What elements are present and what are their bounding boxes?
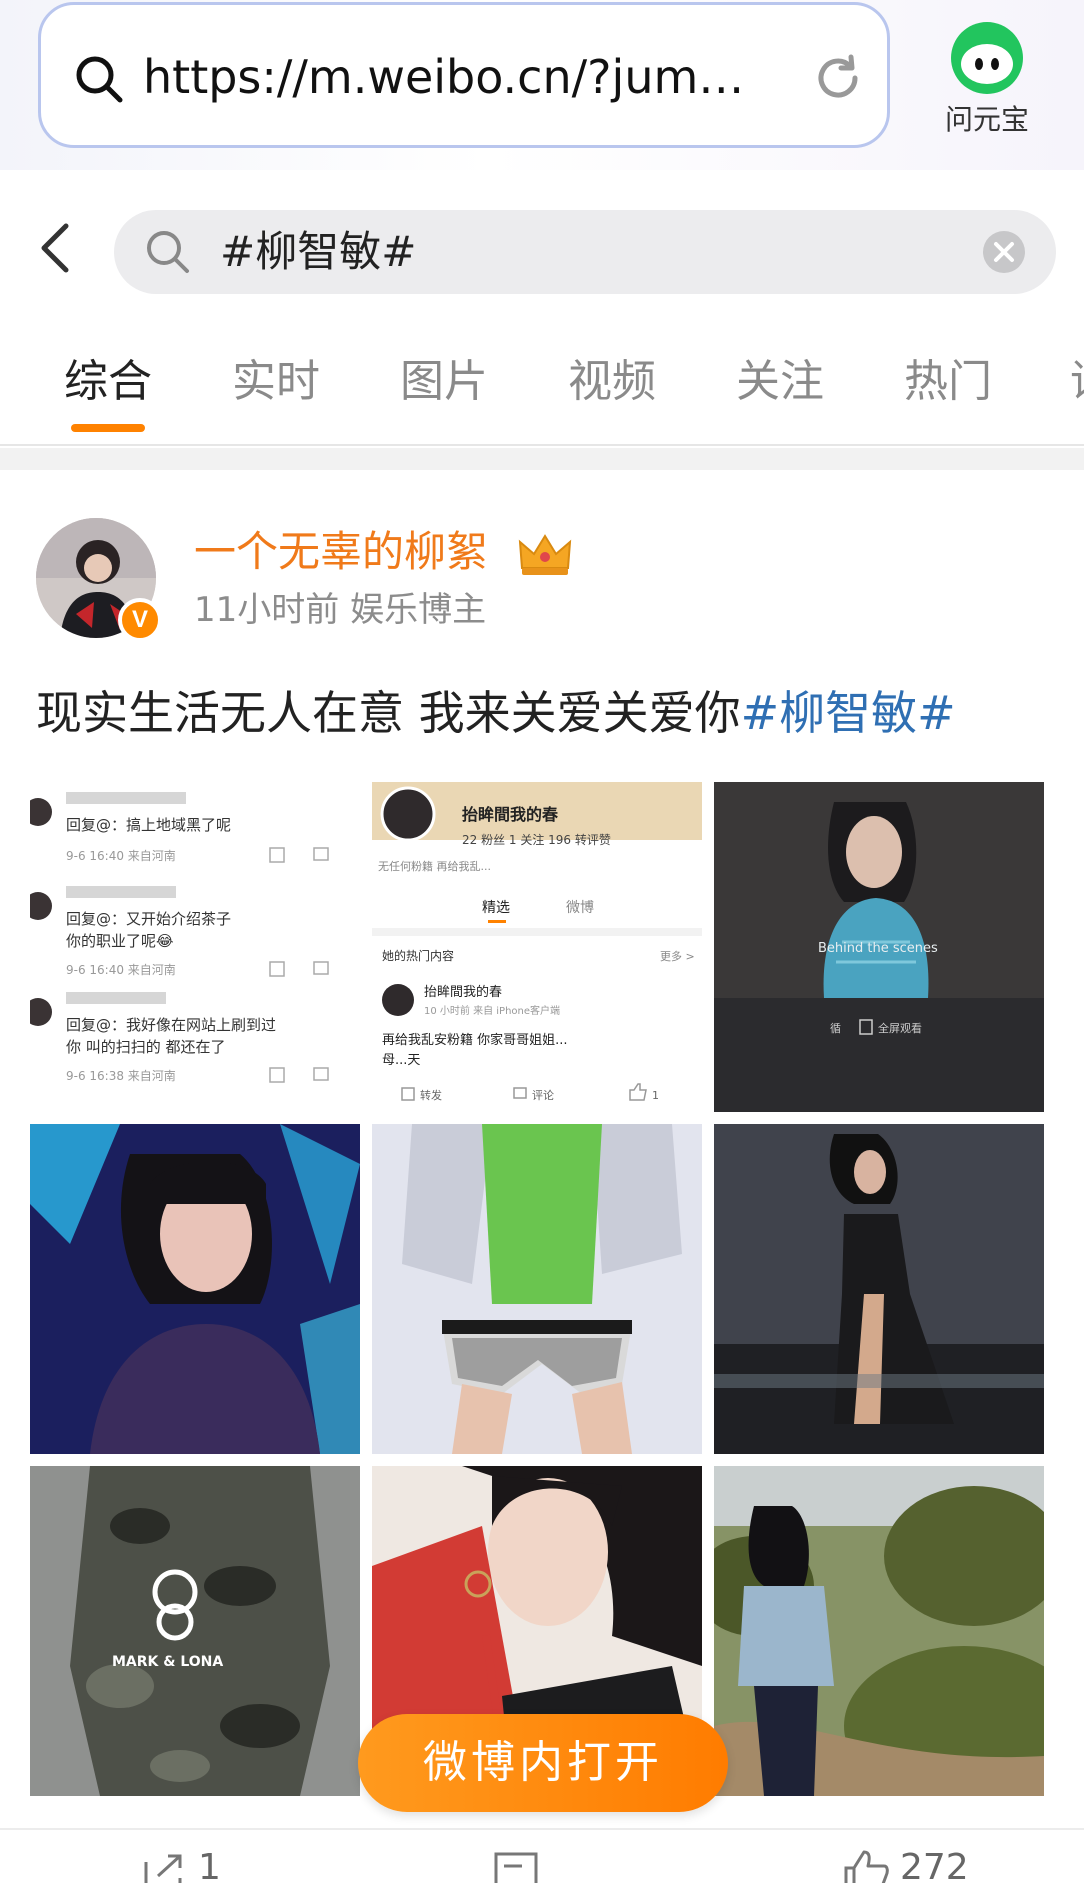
performance-photo [372,1124,702,1454]
profile-repost: 转发 [420,1088,442,1102]
comment-1-text: 回复@：搞上地域黑了呢 [66,816,231,834]
search-icon [76,56,123,103]
repost-icon [144,1854,182,1883]
comment-1-meta: 9-6 16:40 来自河南 [66,848,176,863]
comment-icon [494,1852,538,1883]
post-image-9[interactable] [714,1466,1044,1796]
like-count: 272 [900,1847,969,1883]
profile-like: 1 [652,1089,659,1102]
post-image-2[interactable]: 抬眸間我的春 22 粉丝 1 关注 196 转评赞 无任何粉籍 再给我乱... … [372,782,702,1112]
post-image-6[interactable] [714,1124,1044,1454]
post-image-5[interactable] [372,1124,702,1454]
profile-bio: 无任何粉籍 再给我乱... [378,859,491,873]
post-body: 现实生活无人在意 我来关爱关爱你 [36,686,741,740]
fullscreen-button: 全屏观看 [878,1021,922,1035]
behind-scenes-photo: Behind the scenes 循 全屏观看 [714,782,1044,1112]
comment-2-meta: 9-6 16:40 来自河南 [66,962,176,977]
tab-realtime[interactable]: 实时 [232,352,320,412]
comment-3-meta: 9-6 16:38 来自河南 [66,1068,176,1083]
url-text[interactable]: https://m.weibo.cn/?jum… [143,45,743,109]
yuanbao-logo-icon [951,22,1023,94]
tab-videos[interactable]: 视频 [568,352,656,412]
profile-post-meta: 10 小时前 来自 iPhone客户端 [424,1004,560,1017]
hiking-photo [714,1466,1044,1796]
profile-stats: 22 粉丝 1 关注 196 转评赞 [462,832,611,847]
camo-hoodie-photo: MARK & LONA [30,1466,360,1796]
repost-count: 1 [198,1847,221,1883]
profile-post-text-2: 母...天 [382,1053,420,1068]
comment-2-text: 回复@：又开始介绍茶子 [66,910,231,928]
thumbs-up-icon [844,1850,889,1883]
post-image-4[interactable] [30,1124,360,1454]
tab-images[interactable]: 图片 [400,352,488,412]
open-in-app-button[interactable]: 微博内打开 [358,1714,728,1812]
active-tab-indicator [71,424,145,432]
comment-2-text-2: 你的职业了呢😂 [66,932,174,950]
hashtag-link[interactable]: #柳智敏# [741,686,956,740]
profile-post-name: 抬眸間我的春 [424,984,502,1000]
comment-3-text: 回复@：我好像在网站上刷到过 [66,1016,276,1034]
post-image-1[interactable]: 回复@：搞上地域黑了呢 9-6 16:40 来自河南 回复@：又开始介绍茶子 你… [30,782,360,1112]
tab-bar: 综合 实时 图片 视频 关注 热门 话 [0,340,1084,446]
profile-section: 她的热门内容 [382,948,454,963]
photo-caption: Behind the scenes [818,941,938,956]
search-icon [147,231,189,273]
stage-dress-photo [714,1124,1044,1454]
username[interactable]: 一个无辜的柳絮 [194,522,488,582]
comment-3-text-2: 你 叫的扫扫的 都还在了 [66,1038,226,1056]
browser-bar: https://m.weibo.cn/?jum… 问元宝 [0,0,1084,170]
comments-screenshot: 回复@：搞上地域黑了呢 9-6 16:40 来自河南 回复@：又开始介绍茶子 你… [30,782,360,1112]
crown-icon [518,534,572,575]
back-icon[interactable] [36,218,76,278]
profile-post-text: 再给我乱安粉籍 你家哥哥姐姐... [382,1032,568,1048]
verified-badge: V [118,598,162,642]
assistant-button[interactable]: 问元宝 [934,20,1052,140]
post-meta: 11小时前 娱乐博主 [194,590,487,630]
url-bar[interactable]: https://m.weibo.cn/?jum… [38,2,890,148]
tab-topic[interactable]: 话 [1070,352,1084,412]
brand-label: MARK & LONA [112,1654,223,1670]
profile-name: 抬眸間我的春 [462,805,559,824]
tab-comprehensive[interactable]: 综合 [64,352,152,412]
post-action-bar: 1 272 [0,1828,1084,1883]
image-grid: 回复@：搞上地域黑了呢 9-6 16:40 来自河南 回复@：又开始介绍茶子 你… [30,782,1045,1797]
loop-button: 循 [830,1022,841,1035]
post-image-3[interactable]: Behind the scenes 循 全屏观看 [714,782,1044,1112]
profile-tab-featured: 精选 [482,900,510,916]
post-image-7[interactable]: MARK & LONA [30,1466,360,1796]
section-divider [0,448,1084,470]
profile-more: 更多 > [660,949,695,963]
tab-following[interactable]: 关注 [736,352,824,412]
profile-screenshot: 抬眸間我的春 22 粉丝 1 关注 196 转评赞 无任何粉籍 再给我乱... … [372,782,702,1112]
profile-comment: 评论 [532,1088,554,1102]
profile-tab-weibo: 微博 [566,899,594,916]
search-input[interactable]: #柳智敏# [114,210,1056,294]
clear-icon[interactable] [982,230,1026,274]
search-query[interactable]: #柳智敏# [220,222,416,282]
post-text: 现实生活无人在意 我来关爱关爱你#柳智敏# [36,682,1056,744]
assistant-label: 问元宝 [944,103,1029,136]
reload-icon[interactable] [811,51,865,105]
tab-hot[interactable]: 热门 [904,352,992,412]
concert-photo [30,1124,360,1454]
